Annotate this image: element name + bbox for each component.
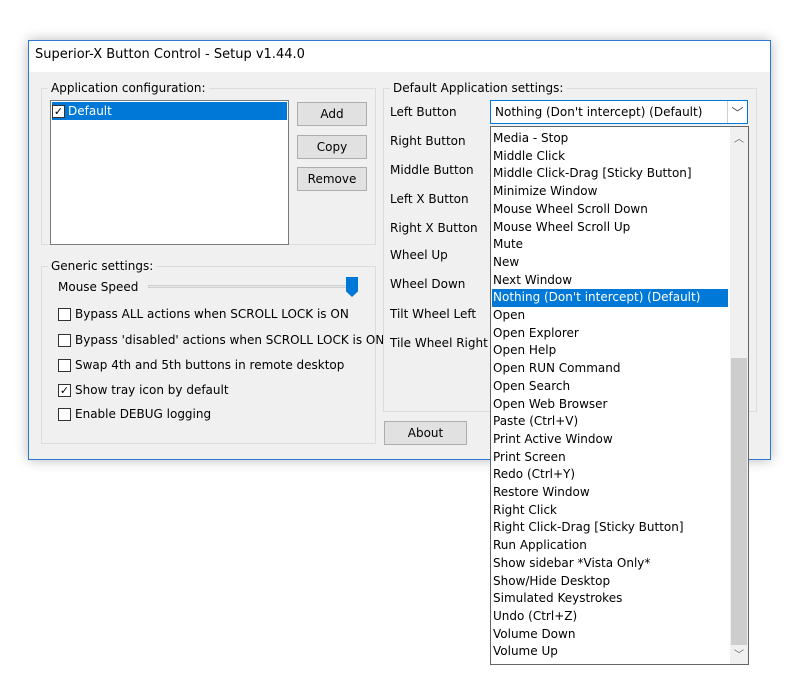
mouse-speed-slider-track[interactable]	[148, 285, 358, 288]
scroll-down-arrow-icon[interactable]: ﹀	[730, 645, 748, 662]
wheel-up-label: Wheel Up	[390, 248, 448, 262]
dropdown-option[interactable]: Redo (Ctrl+Y)	[492, 466, 728, 484]
dropdown-option[interactable]: Right Click-Drag [Sticky Button]	[492, 519, 728, 537]
option-show-tray-icon[interactable]: ✓ Show tray icon by default	[58, 381, 229, 399]
dropdown-option[interactable]: Paste (Ctrl+V)	[492, 413, 728, 431]
dropdown-option[interactable]: Run Application	[492, 537, 728, 555]
dropdown-option[interactable]: Show sidebar *Vista Only*	[492, 555, 728, 573]
dropdown-option[interactable]: Open	[492, 307, 728, 325]
generic-settings-legend: Generic settings:	[48, 259, 157, 274]
chevron-down-icon[interactable]: ﹀	[727, 101, 747, 123]
checkmark-icon: ✓	[53, 104, 64, 118]
right-x-button-label: Right X Button	[390, 221, 478, 235]
show-tray-icon-checkbox[interactable]: ✓	[58, 383, 71, 397]
option-bypass-all[interactable]: Bypass ALL actions when SCROLL LOCK is O…	[58, 305, 349, 323]
scrollbar-thumb[interactable]	[731, 358, 747, 645]
dropdown-option[interactable]: Simulated Keystrokes	[492, 590, 728, 608]
dropdown-option[interactable]: Show/Hide Desktop	[492, 573, 728, 591]
dropdown-option[interactable]: Middle Click-Drag [Sticky Button]	[492, 165, 728, 183]
dropdown-option[interactable]: Open Explorer	[492, 325, 728, 343]
app-item-label: Default	[68, 104, 112, 118]
right-button-label: Right Button	[390, 134, 466, 148]
dropdown-option[interactable]: Open RUN Command	[492, 360, 728, 378]
dropdown-option[interactable]: Volume Down	[492, 626, 728, 644]
remove-button[interactable]: Remove	[297, 167, 367, 191]
application-list[interactable]: ✓ Default	[50, 100, 289, 245]
dropdown-option[interactable]: Mouse Wheel Scroll Up	[492, 219, 728, 237]
dropdown-option[interactable]: Open Search	[492, 378, 728, 396]
app-config-legend: Application configuration:	[48, 81, 209, 96]
default-settings-legend: Default Application settings:	[390, 81, 567, 96]
action-dropdown-list[interactable]: Media - Stop Middle Click Middle Click-Dra…	[490, 126, 749, 665]
dropdown-scrollbar[interactable]: ︿ ﹀	[730, 127, 748, 664]
option-bypass-disabled[interactable]: Bypass 'disabled' actions when SCROLL LO…	[58, 331, 384, 349]
combo-selected-value: Nothing (Don't intercept) (Default)	[495, 105, 703, 119]
checkmark-icon: ✓	[59, 383, 70, 397]
add-button[interactable]: Add	[297, 102, 367, 126]
copy-button[interactable]: Copy	[297, 135, 367, 159]
dropdown-option[interactable]: Next Window	[492, 272, 728, 290]
dropdown-option[interactable]: Print Active Window	[492, 431, 728, 449]
mouse-speed-label: Mouse Speed	[58, 280, 139, 294]
scroll-up-arrow-icon[interactable]: ︿	[730, 129, 748, 146]
about-button[interactable]: About	[384, 421, 467, 445]
dropdown-option[interactable]: Mute	[492, 236, 728, 254]
dropdown-option[interactable]: Volume Up	[492, 643, 728, 661]
title-bar[interactable]: Superior-X Button Control - Setup v1.44.…	[29, 41, 770, 72]
dropdown-option[interactable]: Open Web Browser	[492, 396, 728, 414]
list-item[interactable]: ✓ Default	[52, 102, 287, 120]
bypass-disabled-checkbox[interactable]	[58, 333, 71, 347]
option-enable-debug[interactable]: Enable DEBUG logging	[58, 405, 211, 423]
dropdown-option[interactable]: Restore Window	[492, 484, 728, 502]
left-button-label: Left Button	[390, 105, 457, 119]
middle-button-label: Middle Button	[390, 163, 474, 177]
tilt-wheel-left-label: Tilt Wheel Left	[390, 307, 477, 321]
tile-wheel-right-label: Tile Wheel Right	[390, 336, 488, 350]
dropdown-option[interactable]: Print Screen	[492, 449, 728, 467]
dropdown-option[interactable]: Middle Click	[492, 148, 728, 166]
dropdown-option[interactable]: Open Help	[492, 342, 728, 360]
dropdown-option[interactable]: Mouse Wheel Scroll Down	[492, 201, 728, 219]
swap-buttons-checkbox[interactable]	[58, 358, 71, 372]
enable-debug-checkbox[interactable]	[58, 407, 71, 421]
left-button-action-combo[interactable]: Nothing (Don't intercept) (Default) ﹀	[490, 100, 748, 124]
dropdown-option[interactable]: Minimize Window	[492, 183, 728, 201]
option-label: Bypass ALL actions when SCROLL LOCK is O…	[75, 307, 349, 321]
option-swap-buttons[interactable]: Swap 4th and 5th buttons in remote deskt…	[58, 356, 344, 374]
dropdown-option[interactable]: New	[492, 254, 728, 272]
window-title: Superior-X Button Control - Setup v1.44.…	[35, 47, 305, 62]
option-label: Swap 4th and 5th buttons in remote deskt…	[75, 358, 345, 372]
dropdown-option[interactable]: Right Click	[492, 502, 728, 520]
dropdown-option[interactable]: Undo (Ctrl+Z)	[492, 608, 728, 626]
option-label: Show tray icon by default	[75, 383, 229, 397]
dropdown-option[interactable]: Media - Stop	[492, 130, 728, 148]
option-label: Enable DEBUG logging	[75, 407, 212, 421]
wheel-down-label: Wheel Down	[390, 277, 466, 291]
dropdown-option[interactable]: Nothing (Don't intercept) (Default)	[492, 289, 728, 307]
app-default-checkbox[interactable]: ✓	[52, 104, 65, 118]
left-x-button-label: Left X Button	[390, 192, 469, 206]
option-label: Bypass 'disabled' actions when SCROLL LO…	[75, 333, 385, 347]
bypass-all-checkbox[interactable]	[58, 307, 71, 321]
